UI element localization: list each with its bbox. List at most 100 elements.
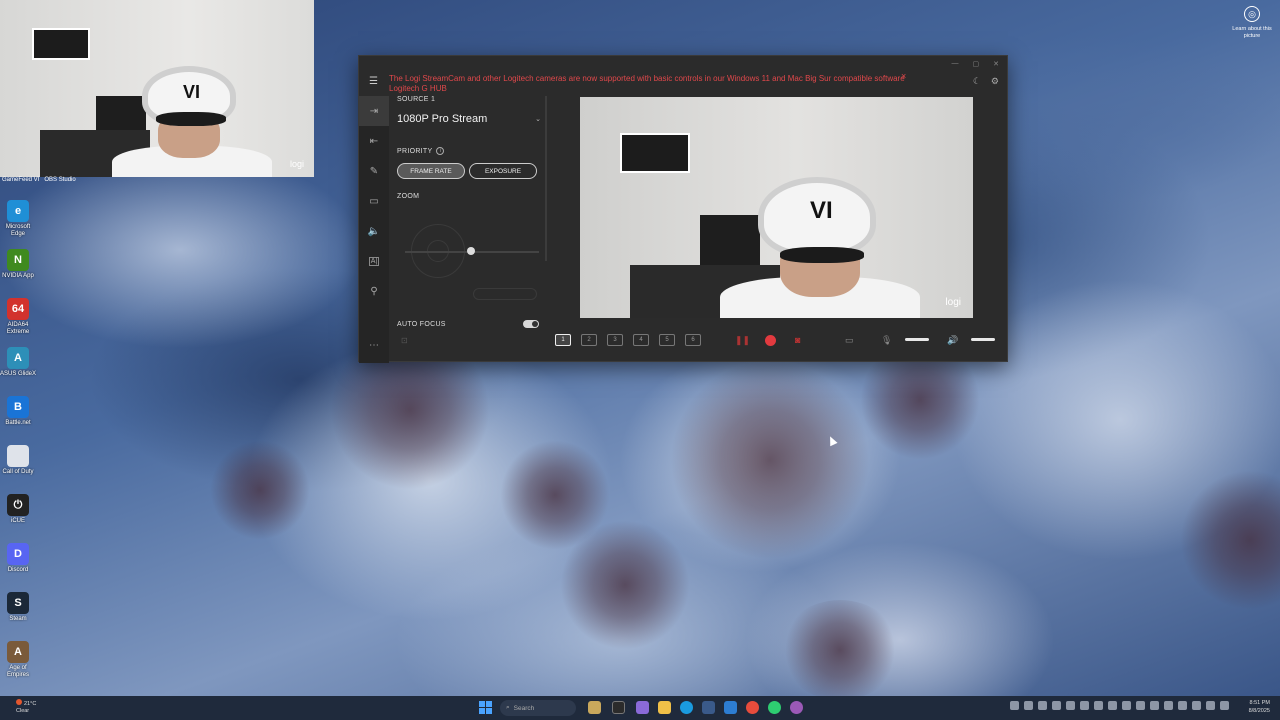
taskbar-app-logi-icon[interactable] [790, 701, 803, 714]
desktop-shortcut[interactable]: D Discord [0, 539, 36, 588]
mic-level-slider[interactable] [905, 338, 929, 341]
priority-options: FRAME RATE EXPOSURE [397, 163, 547, 179]
weather-desc: Clear [16, 708, 30, 714]
desktop-label[interactable]: GameFeed VI [2, 177, 39, 183]
layout-5-button[interactable]: 5 [659, 332, 675, 348]
wallpaper-tree [780, 600, 900, 700]
volume-slider[interactable] [971, 338, 995, 341]
layout-1-button[interactable]: 1 [555, 332, 571, 348]
exposure-button[interactable]: EXPOSURE [469, 163, 537, 179]
maximize-icon[interactable]: ▢ [973, 60, 980, 68]
cap-logo: VI [810, 197, 833, 224]
source-out-icon: ⇤ [369, 135, 379, 147]
layout-icon: 4 [633, 334, 649, 346]
speaker-icon: 🔊 [947, 334, 959, 345]
battlenet-icon: B [7, 396, 29, 418]
mic-button[interactable]: 🎙 [881, 332, 892, 348]
text-tab[interactable]: A| [359, 246, 389, 276]
focus-icon: ⊡ [401, 336, 408, 345]
frame-rate-button[interactable]: FRAME RATE [397, 163, 465, 179]
tray-icon[interactable] [1122, 701, 1131, 710]
tray-icon[interactable] [1080, 701, 1089, 710]
desktop-shortcut[interactable]: ⏻ iCUE [0, 490, 36, 539]
desktop-shortcut[interactable]: B Battle.net [0, 392, 36, 441]
account-tab[interactable]: ⚲ [359, 276, 389, 306]
close-icon[interactable]: ✕ [993, 60, 999, 68]
tray-icon[interactable] [1052, 701, 1061, 710]
record-icon [765, 334, 776, 346]
taskbar-app-store-icon[interactable] [702, 701, 715, 714]
tray-icon[interactable] [1108, 701, 1117, 710]
person-cap-brim [780, 247, 864, 263]
layout-6-button[interactable]: 6 [685, 332, 701, 348]
tray-icon[interactable] [1192, 701, 1201, 710]
desktop-label[interactable]: OBS Studio [44, 177, 75, 183]
tray-icon[interactable] [1136, 701, 1145, 710]
tray-icon[interactable] [1010, 701, 1019, 710]
desktop-shortcut[interactable]: N NVIDIA App [0, 245, 36, 294]
source-2-tab[interactable]: ⇤ [359, 126, 389, 156]
windows-start-button[interactable] [479, 701, 492, 714]
tray-icon[interactable] [1206, 701, 1215, 710]
moon-icon[interactable]: ☾ [973, 76, 981, 87]
system-tray [1010, 701, 1229, 710]
pause-icon: ❚❚ [735, 334, 751, 345]
taskbar-search[interactable]: ⌕ Search [500, 700, 576, 716]
menu-icon[interactable]: ☰ [369, 76, 378, 87]
panel-scrollbar[interactable] [545, 96, 547, 261]
tray-icon[interactable] [1164, 701, 1173, 710]
desktop-shortcut[interactable]: 64 AIDA64 Extreme [0, 294, 36, 343]
tray-icon[interactable] [1220, 701, 1229, 710]
taskbar-app-explorer-icon[interactable] [658, 701, 671, 714]
taskbar-app-chrome-icon[interactable] [768, 701, 781, 714]
taskbar-app-terminal-icon[interactable] [612, 701, 625, 714]
desktop-shortcut-label: AIDA64 Extreme [6, 322, 30, 335]
tray-icon[interactable] [1038, 701, 1047, 710]
desktop-shortcut[interactable]: e Microsoft Edge [0, 196, 36, 245]
taskbar-app-edge-icon[interactable] [680, 701, 693, 714]
layout-2-button[interactable]: 2 [581, 332, 597, 348]
desktop-shortcut[interactable]: S Steam [0, 588, 36, 637]
desktop-shortcut-label: Discord [7, 567, 29, 573]
desktop-shortcut[interactable]: A Age of Empires [0, 637, 36, 686]
learn-about-picture[interactable]: ◎ Learn about this picture [1232, 6, 1272, 39]
tray-icon[interactable] [1024, 701, 1033, 710]
desktop-shortcut[interactable]: A ASUS GlideX [0, 343, 36, 392]
source-1-tab[interactable]: ⇥ [359, 96, 389, 126]
tray-icon[interactable] [1150, 701, 1159, 710]
tray-icon[interactable] [1066, 701, 1075, 710]
source-panel: SOURCE 1 1080P Pro Stream ⌄ PRIORITY i F… [397, 96, 547, 321]
aida64-icon: 64 [7, 298, 29, 320]
taskbar-clock[interactable]: 8:51 PM 8/8/2025 [1249, 699, 1270, 715]
banner-close-button[interactable]: × [901, 71, 906, 81]
desktop-shortcut[interactable]: Call of Duty [0, 441, 36, 490]
layout-4-button[interactable]: 4 [633, 332, 649, 348]
effects-tab[interactable]: ✎ [359, 156, 389, 186]
video-tab[interactable]: ▭ [359, 186, 389, 216]
desktop-top-labels: GameFeed VI OBS Studio [2, 177, 76, 183]
pause-button[interactable]: ❚❚ [735, 332, 750, 348]
autofocus-toggle[interactable] [523, 320, 539, 328]
gear-icon[interactable]: ⚙ [991, 76, 999, 87]
info-icon[interactable]: i [436, 147, 445, 155]
layout-icon: 3 [607, 334, 623, 346]
taskbar-app-copilot-icon[interactable] [636, 701, 649, 714]
taskbar-app-obs-icon[interactable] [746, 701, 759, 714]
wall-flag [32, 28, 90, 60]
taskbar-app-outlook-icon[interactable] [724, 701, 737, 714]
minimize-icon[interactable]: — [952, 60, 959, 68]
speaker-button[interactable]: 🔊 [947, 332, 958, 348]
layout-3-button[interactable]: 3 [607, 332, 623, 348]
audio-tab[interactable]: 🔈 [359, 216, 389, 246]
more-icon[interactable]: ⋯ [369, 340, 379, 351]
folder-button[interactable]: ▭ [845, 332, 854, 348]
tray-icon[interactable] [1094, 701, 1103, 710]
tray-icon[interactable] [1178, 701, 1187, 710]
zoom-slider-handle[interactable] [466, 247, 475, 255]
taskbar: 21°C Clear ⌕ Search 8:51 PM 8/8/2025 [0, 696, 1280, 720]
weather-widget[interactable]: 21°C Clear [16, 699, 36, 715]
taskbar-app-game-icon[interactable] [588, 701, 601, 714]
record-button[interactable] [765, 332, 776, 348]
snapshot-button[interactable]: ◙ [795, 332, 800, 348]
source-dropdown[interactable]: 1080P Pro Stream ⌄ [397, 113, 547, 125]
